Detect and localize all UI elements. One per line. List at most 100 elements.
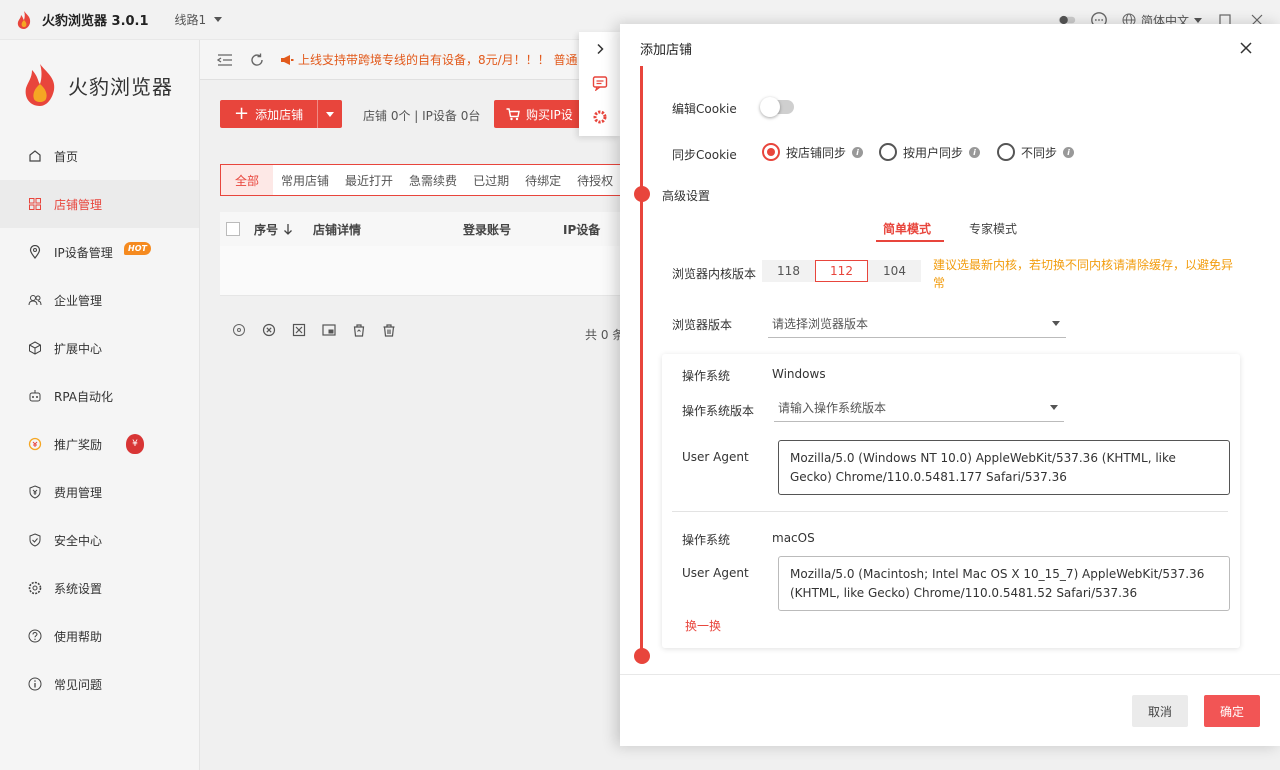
- hot-badge: HOT: [124, 242, 151, 255]
- column-account: 登录账号: [463, 222, 512, 237]
- cancel-button[interactable]: 取消: [1132, 695, 1188, 727]
- home-icon: [28, 149, 42, 163]
- mode-tab-underline: [876, 240, 944, 242]
- os-label: 操作系统: [682, 533, 731, 547]
- tab-recent[interactable]: 最近打开: [337, 165, 401, 195]
- shop-toolbar: + 添加店铺 店铺 0个 | IP设备 0台 购买IP设: [220, 100, 640, 128]
- user-agent-textarea[interactable]: Mozilla/5.0 (Macintosh; Intel Mac OS X 1…: [778, 556, 1230, 611]
- radio-no-sync[interactable]: 不同步 i: [997, 143, 1075, 161]
- sidebar-item-security[interactable]: 安全中心: [0, 516, 199, 564]
- sidebar-item-extensions[interactable]: 扩展中心: [0, 324, 199, 372]
- kernel-option-104[interactable]: 104: [868, 260, 921, 282]
- batch-clear-icon[interactable]: [292, 323, 306, 340]
- sidebar-item-label: 首页: [54, 149, 79, 164]
- bulk-actions: [232, 323, 396, 340]
- sidebar-item-home[interactable]: 首页: [0, 132, 199, 180]
- cube-icon: [28, 341, 42, 355]
- brand-logo-icon: [25, 64, 55, 106]
- chevron-down-icon: [1052, 321, 1060, 326]
- sidebar-item-label: 扩展中心: [54, 341, 103, 356]
- refresh-icon[interactable]: [248, 51, 266, 69]
- column-detail: 店铺详情: [313, 222, 362, 237]
- filter-tabs: 全部 常用店铺 最近打开 急需续费 已过期 待绑定 待授权: [220, 164, 640, 196]
- batch-delete-icon[interactable]: [382, 323, 396, 340]
- radio-sync-by-user[interactable]: 按用户同步 i: [879, 143, 981, 161]
- grid-icon: [28, 197, 42, 211]
- line-select-label: 线路1: [174, 13, 207, 27]
- dialog-header: 添加店铺: [620, 24, 1280, 72]
- notice-banner[interactable]: 上线支持带跨境专线的自有设备，8元/月！！！ 普通自: [280, 51, 590, 68]
- radio-label: 按用户同步: [903, 145, 964, 160]
- ua-profiles-card: 操作系统 Windows 操作系统版本 请输入操作系统版本 User Agent…: [662, 354, 1240, 648]
- kernel-option-112[interactable]: 112: [815, 260, 868, 282]
- sidebar-item-faq[interactable]: 常见问题: [0, 660, 199, 708]
- add-shop-dropdown[interactable]: [318, 111, 342, 117]
- select-all-checkbox[interactable]: [226, 222, 240, 236]
- tab-simple-mode[interactable]: 简单模式: [883, 220, 931, 237]
- total-count: 共 0 条: [585, 328, 625, 342]
- chevron-right-icon[interactable]: [579, 32, 620, 66]
- tab-unbound[interactable]: 待绑定: [517, 165, 569, 195]
- sidebar-item-shop-management[interactable]: 店铺管理: [0, 180, 199, 228]
- confirm-button[interactable]: 确定: [1204, 695, 1260, 727]
- reward-icon: [28, 437, 42, 451]
- kernel-option-118[interactable]: 118: [762, 260, 815, 282]
- step-dot-end: [634, 648, 650, 664]
- app-title: 火豹浏览器 3.0.1: [42, 14, 149, 29]
- step-dot-advanced: [634, 186, 650, 202]
- yen-shield-icon: [28, 485, 42, 499]
- user-agent-label: User Agent: [682, 450, 749, 464]
- notice-text: 上线支持带跨境专线的自有设备，8元/月！！！ 普通自: [298, 53, 590, 67]
- sidebar-item-enterprise[interactable]: 企业管理: [0, 276, 199, 324]
- profile-divider: [672, 511, 1228, 512]
- line-select[interactable]: 线路1: [175, 11, 223, 28]
- sidebar-item-help[interactable]: 使用帮助: [0, 612, 199, 660]
- settings-gear-icon[interactable]: [579, 100, 620, 134]
- os-version-select[interactable]: 请输入操作系统版本: [774, 394, 1064, 422]
- refresh-ua-link[interactable]: 换一换: [685, 617, 721, 634]
- sidebar-item-label: 常见问题: [54, 677, 103, 692]
- shield-icon: [28, 533, 42, 547]
- radio-sync-by-shop[interactable]: 按店铺同步 i: [762, 143, 864, 161]
- buy-ip-label: 购买IP设: [526, 107, 573, 122]
- advanced-settings-label: 高级设置: [662, 189, 711, 203]
- add-shop-button[interactable]: + 添加店铺: [220, 100, 343, 128]
- tab-unauthorized[interactable]: 待授权: [569, 165, 621, 195]
- browser-version-placeholder: 请选择浏览器版本: [772, 317, 869, 331]
- location-icon: [28, 245, 42, 259]
- robot-icon: [28, 389, 42, 403]
- batch-recycle-icon[interactable]: [352, 323, 366, 340]
- shop-stats: 店铺 0个 | IP设备 0台: [363, 109, 481, 123]
- collapse-menu-icon[interactable]: [216, 51, 234, 69]
- column-ip: IP设备: [563, 222, 601, 237]
- step-timeline: [640, 66, 643, 658]
- browser-version-select[interactable]: 请选择浏览器版本: [768, 310, 1066, 338]
- tab-expired[interactable]: 已过期: [465, 165, 517, 195]
- tab-renew[interactable]: 急需续费: [401, 165, 465, 195]
- sidebar-item-rewards[interactable]: 推广奖励 ¥: [0, 420, 199, 468]
- user-agent-textarea[interactable]: Mozilla/5.0 (Windows NT 10.0) AppleWebKi…: [778, 440, 1230, 495]
- money-bag-icon: ¥: [126, 434, 144, 454]
- sidebar-item-ip-devices[interactable]: IP设备管理 HOT: [0, 228, 199, 276]
- column-index[interactable]: 序号: [254, 221, 293, 238]
- sidebar-item-billing[interactable]: 费用管理: [0, 468, 199, 516]
- batch-window-icon[interactable]: [322, 323, 336, 340]
- tab-expert-mode[interactable]: 专家模式: [969, 220, 1017, 237]
- sidebar-item-settings[interactable]: 系统设置: [0, 564, 199, 612]
- tab-frequent[interactable]: 常用店铺: [273, 165, 337, 195]
- edit-cookie-toggle[interactable]: [760, 97, 794, 117]
- radio-label: 不同步: [1021, 145, 1058, 160]
- batch-close-icon[interactable]: [262, 323, 276, 340]
- os-version-placeholder: 请输入操作系统版本: [778, 401, 887, 415]
- close-icon[interactable]: [1238, 40, 1254, 56]
- brand: 火豹浏览器: [0, 40, 199, 130]
- kernel-version-label: 浏览器内核版本: [672, 267, 757, 281]
- browser-version-label: 浏览器版本: [672, 318, 733, 332]
- batch-open-icon[interactable]: [232, 323, 246, 340]
- message-icon[interactable]: [579, 66, 620, 100]
- sidebar-item-label: 店铺管理: [54, 197, 103, 212]
- column-index-label: 序号: [254, 222, 279, 237]
- tab-all[interactable]: 全部: [221, 165, 274, 195]
- add-shop-dialog: 添加店铺 编辑Cookie 同步Cookie 按店铺同步 i 按用户同步 i 不…: [620, 24, 1280, 746]
- sidebar-item-rpa[interactable]: RPA自动化: [0, 372, 199, 420]
